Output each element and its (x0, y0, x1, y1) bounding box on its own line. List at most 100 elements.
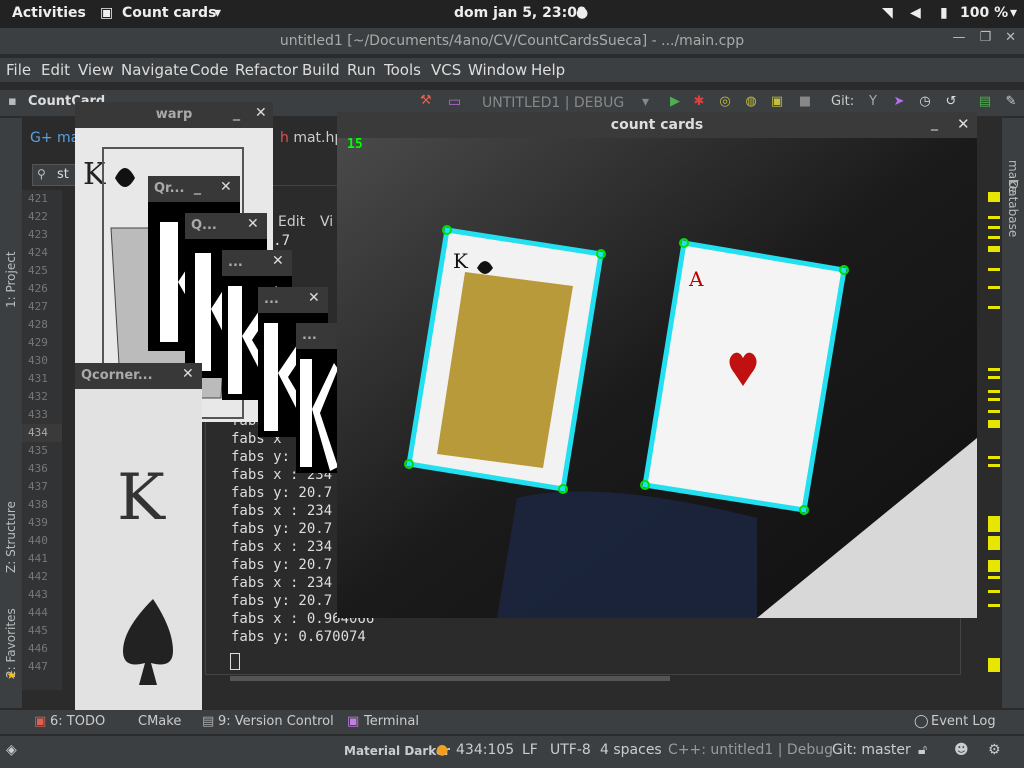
git-push-icon[interactable]: ➤ (892, 95, 906, 109)
line-number[interactable]: 423 (22, 226, 62, 244)
line-number[interactable]: 421 (22, 190, 62, 208)
line-number[interactable]: 434 (22, 424, 62, 442)
profile-icon[interactable]: ◍ (744, 95, 758, 109)
stop-icon[interactable]: ■ (798, 95, 812, 109)
line-separator[interactable]: LF (522, 742, 538, 758)
line-number[interactable]: 441 (22, 550, 62, 568)
version-control-tool-button[interactable]: 9: Version Control (218, 714, 334, 729)
todo-tool-button[interactable]: 6: TODO (50, 714, 105, 729)
line-number[interactable]: 438 (22, 496, 62, 514)
line-number[interactable]: 429 (22, 334, 62, 352)
line-number[interactable]: 445 (22, 622, 62, 640)
line-number[interactable]: 424 (22, 244, 62, 262)
line-number[interactable]: 431 (22, 370, 62, 388)
line-number[interactable]: 446 (22, 640, 62, 658)
close-icon[interactable]: ✕ (308, 290, 320, 306)
resolve-context[interactable]: C++: untitled1 | Debug (668, 742, 833, 758)
menu-build[interactable]: Build (302, 61, 340, 79)
lock-icon[interactable]: 🔓︎ (918, 742, 927, 758)
menu-window[interactable]: Window (468, 61, 527, 79)
line-number[interactable]: 426 (22, 280, 62, 298)
line-number[interactable]: 430 (22, 352, 62, 370)
line-number[interactable]: 432 (22, 388, 62, 406)
qcorner-window[interactable]: Qcorner... ✕ K (75, 363, 202, 725)
line-number[interactable]: 435 (22, 442, 62, 460)
run-menu-edit[interactable]: Edit (278, 214, 305, 230)
event-settings-icon[interactable]: ⚙ (988, 742, 1001, 758)
close-icon[interactable]: ✕ (272, 253, 284, 269)
project-tool-button[interactable]: 1: Project (4, 251, 18, 308)
wifi-icon[interactable]: ◥ (882, 5, 893, 21)
run-icon[interactable]: ▶ (668, 95, 682, 109)
terminal-tool-button[interactable]: Terminal (364, 714, 419, 729)
run-configuration-select[interactable]: ▭ UNTITLED1 | DEBUG ▾ (448, 92, 658, 114)
system-menu-icon[interactable]: ▾ (1010, 5, 1017, 21)
minimize-icon[interactable]: _ (233, 105, 240, 121)
revert-icon[interactable]: ↺ (944, 95, 958, 109)
cmake-tool-button[interactable]: CMake (138, 714, 181, 729)
line-number[interactable]: 437 (22, 478, 62, 496)
file-encoding[interactable]: UTF-8 (550, 742, 591, 758)
menu-edit[interactable]: Edit (41, 61, 70, 79)
line-number[interactable]: 425 (22, 262, 62, 280)
theme-indicator[interactable]: Material Darker (344, 744, 450, 758)
run-menu-view[interactable]: Vi (320, 214, 333, 230)
volume-icon[interactable]: ◀ (910, 5, 921, 21)
count-cards-window[interactable]: count cards _ ✕ K A 15 (337, 112, 977, 618)
line-number[interactable]: 427 (22, 298, 62, 316)
git-branch-icon[interactable]: Y (866, 95, 880, 109)
attach-icon[interactable]: ▣ (770, 95, 784, 109)
restore-icon[interactable]: ❐ (979, 30, 991, 45)
close-icon[interactable]: ✕ (957, 115, 970, 133)
tab-mat[interactable]: h mat.hp (280, 130, 343, 146)
database-tool-button[interactable]: Database (1006, 180, 1020, 237)
caret-position[interactable]: 434:105 (456, 742, 514, 758)
coverage-icon[interactable]: ◎ (718, 95, 732, 109)
menu-navigate[interactable]: Navigate (121, 61, 188, 79)
line-number[interactable]: 442 (22, 568, 62, 586)
line-number[interactable]: 444 (22, 604, 62, 622)
history-icon[interactable]: ◷ (918, 95, 932, 109)
line-number[interactable]: 440 (22, 532, 62, 550)
structure-tool-button[interactable]: Z: Structure (4, 501, 18, 573)
terminal-icon[interactable]: ▤ (978, 95, 992, 109)
line-number[interactable]: 436 (22, 460, 62, 478)
line-number[interactable]: 439 (22, 514, 62, 532)
close-icon[interactable]: ✕ (247, 216, 259, 232)
minimize-icon[interactable]: — (952, 30, 965, 45)
layers-icon[interactable]: ◈ (6, 742, 17, 758)
build-hammer-icon[interactable]: ⚒ (420, 93, 432, 108)
menu-vcs[interactable]: VCS (431, 61, 461, 79)
clock[interactable]: dom jan 5, 23:09 (454, 5, 587, 21)
battery-icon[interactable]: ▮ (940, 5, 948, 21)
menu-code[interactable]: Code (190, 61, 228, 79)
tools-icon[interactable]: ✎ (1004, 95, 1018, 109)
indent-setting[interactable]: 4 spaces (600, 742, 662, 758)
close-icon[interactable]: ✕ (1005, 30, 1016, 45)
debug-icon[interactable]: ✱ (692, 95, 706, 109)
line-number[interactable]: 447 (22, 658, 62, 676)
event-log-button[interactable]: Event Log (931, 714, 996, 729)
minimize-icon[interactable]: _ (931, 115, 938, 131)
inspector-icon[interactable]: ☻ (954, 742, 969, 758)
app-menu[interactable]: Count cards (122, 5, 216, 21)
menu-help[interactable]: Help (531, 61, 565, 79)
git-branch[interactable]: Git: master (832, 742, 911, 758)
error-stripe[interactable] (984, 180, 1000, 680)
menu-view[interactable]: View (78, 61, 114, 79)
line-number[interactable]: 422 (22, 208, 62, 226)
menu-file[interactable]: File (6, 61, 31, 79)
menu-run[interactable]: Run (347, 61, 376, 79)
tab-main[interactable]: G+ ma (30, 130, 79, 146)
menu-refactor[interactable]: Refactor (235, 61, 298, 79)
line-number[interactable]: 443 (22, 586, 62, 604)
line-number[interactable]: 428 (22, 316, 62, 334)
close-icon[interactable]: ✕ (255, 105, 267, 121)
close-icon[interactable]: ✕ (182, 366, 194, 382)
line-number[interactable]: 433 (22, 406, 62, 424)
horizontal-scrollbar[interactable] (230, 676, 670, 681)
threshold-window-5[interactable]: ... (296, 323, 338, 473)
minimize-icon[interactable]: _ (194, 179, 201, 195)
close-icon[interactable]: ✕ (220, 179, 232, 195)
menu-tools[interactable]: Tools (384, 61, 421, 79)
